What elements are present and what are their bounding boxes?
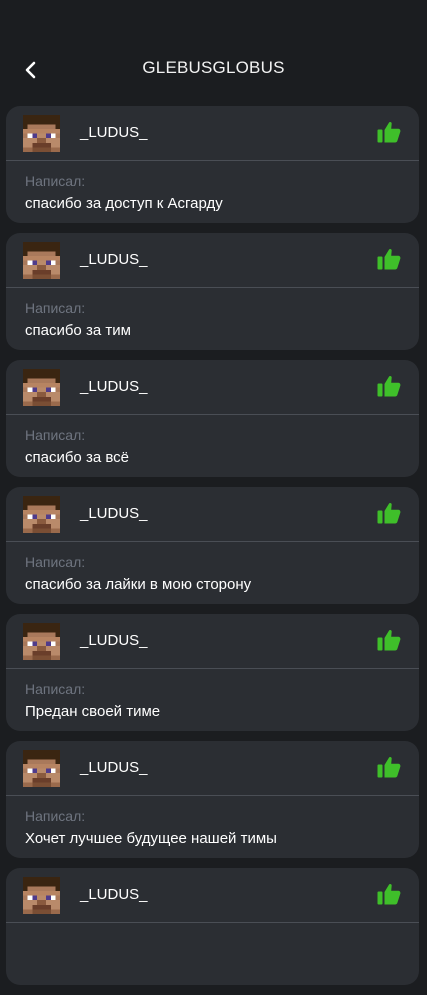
avatar[interactable] xyxy=(23,877,60,914)
review-caption: Написал: xyxy=(25,427,86,443)
review-caption: Написал: xyxy=(25,554,86,570)
review-message: спасибо за всё xyxy=(25,449,129,466)
thumbs-up-icon[interactable] xyxy=(377,502,401,524)
review-header: _LUDUS_ xyxy=(6,106,419,161)
thumbs-up-icon[interactable] xyxy=(377,248,401,270)
review-header: _LUDUS_ xyxy=(6,487,419,542)
reviews-list: _LUDUS_ Написал: спасибо за доступ к Асг… xyxy=(6,106,419,995)
thumbs-up-icon[interactable] xyxy=(377,883,401,905)
avatar[interactable] xyxy=(23,750,60,787)
review-message: спасибо за доступ к Асгарду xyxy=(25,195,223,212)
review-body xyxy=(6,923,419,985)
review-message: спасибо за тим xyxy=(25,322,131,339)
review-body: Написал: спасибо за лайки в мою сторону xyxy=(6,542,419,604)
review-message: спасибо за лайки в мою сторону xyxy=(25,576,252,593)
review-card[interactable]: _LUDUS_ xyxy=(6,868,419,985)
avatar[interactable] xyxy=(23,115,60,152)
review-message: Предан своей тиме xyxy=(25,703,161,720)
avatar[interactable] xyxy=(23,623,60,660)
username[interactable]: _LUDUS_ xyxy=(80,759,148,776)
review-body: Написал: Хочет лучшее будущее нашей тимы xyxy=(6,796,419,858)
review-card[interactable]: _LUDUS_ Написал: спасибо за лайки в мою … xyxy=(6,487,419,604)
header: GLEBUSGLOBUS xyxy=(0,0,427,100)
review-header: _LUDUS_ xyxy=(6,741,419,796)
thumbs-up-icon[interactable] xyxy=(377,756,401,778)
page-title: GLEBUSGLOBUS xyxy=(142,58,285,77)
thumbs-up-icon[interactable] xyxy=(377,629,401,651)
review-card[interactable]: _LUDUS_ Написал: Хочет лучшее будущее на… xyxy=(6,741,419,858)
thumbs-up-icon[interactable] xyxy=(377,121,401,143)
review-caption: Написал: xyxy=(25,808,86,824)
review-caption: Написал: xyxy=(25,173,86,189)
username[interactable]: _LUDUS_ xyxy=(80,505,148,522)
username[interactable]: _LUDUS_ xyxy=(80,632,148,649)
review-header: _LUDUS_ xyxy=(6,233,419,288)
review-caption: Написал: xyxy=(25,681,86,697)
review-body: Написал: спасибо за доступ к Асгарду xyxy=(6,161,419,223)
thumbs-up-icon[interactable] xyxy=(377,375,401,397)
review-caption: Написал: xyxy=(25,300,86,316)
review-header: _LUDUS_ xyxy=(6,614,419,669)
avatar[interactable] xyxy=(23,369,60,406)
review-body: Написал: Предан своей тиме xyxy=(6,669,419,731)
review-body: Написал: спасибо за всё xyxy=(6,415,419,477)
review-card[interactable]: _LUDUS_ Написал: спасибо за доступ к Асг… xyxy=(6,106,419,223)
review-header: _LUDUS_ xyxy=(6,868,419,923)
review-message: Хочет лучшее будущее нашей тимы xyxy=(25,830,277,847)
review-card[interactable]: _LUDUS_ Написал: Предан своей тиме xyxy=(6,614,419,731)
review-header: _LUDUS_ xyxy=(6,360,419,415)
username[interactable]: _LUDUS_ xyxy=(80,886,148,903)
avatar[interactable] xyxy=(23,496,60,533)
username[interactable]: _LUDUS_ xyxy=(80,378,148,395)
username[interactable]: _LUDUS_ xyxy=(80,251,148,268)
avatar[interactable] xyxy=(23,242,60,279)
review-card[interactable]: _LUDUS_ Написал: спасибо за тим xyxy=(6,233,419,350)
review-body: Написал: спасибо за тим xyxy=(6,288,419,350)
review-card[interactable]: _LUDUS_ Написал: спасибо за всё xyxy=(6,360,419,477)
username[interactable]: _LUDUS_ xyxy=(80,124,148,141)
